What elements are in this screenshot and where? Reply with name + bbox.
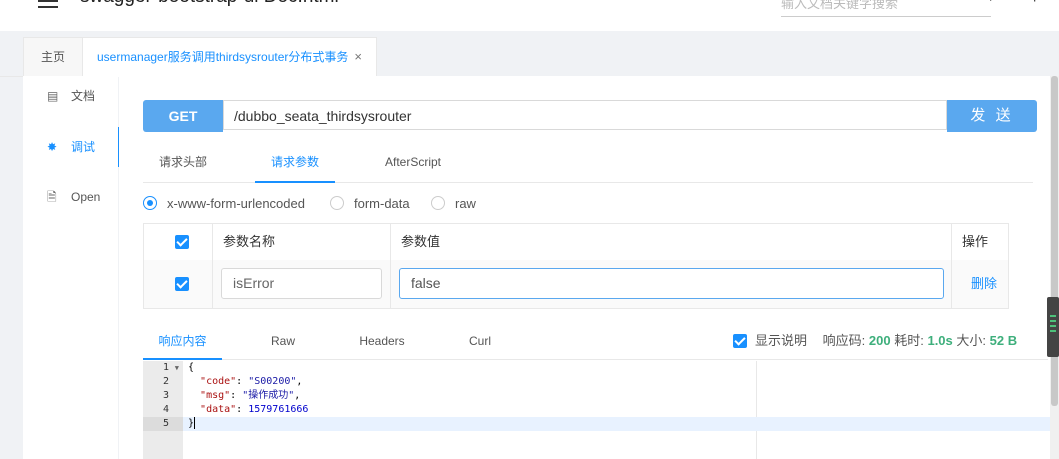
tab-response-headers[interactable]: Headers: [342, 324, 422, 358]
http-method-badge[interactable]: GET: [143, 100, 223, 132]
row-checkbox[interactable]: [175, 277, 189, 291]
code-line: "data": 1579761666: [200, 404, 309, 415]
request-url-input[interactable]: /dubbo_seata_thirdsysrouter: [223, 100, 947, 130]
tab-api-doc[interactable]: usermanager服务调用thirdsysrouter分布式事务 ×: [82, 37, 377, 77]
header-checkbox-cell: [144, 224, 213, 260]
nav-item-debug-label: 调试: [71, 140, 96, 154]
request-url-bar: GET /dubbo_seata_thirdsysrouter 发 送: [143, 100, 1037, 132]
delete-param-link[interactable]: 删除: [952, 260, 1016, 308]
app-title: swagger-bootstrap-ui Doc.html: [80, 0, 339, 8]
nav-item-doc[interactable]: ▤ 文档: [23, 76, 118, 116]
line-number-gutter: 1 ▼ 2 3 4 5: [143, 361, 183, 459]
tab-request-params[interactable]: 请求参数: [255, 144, 335, 183]
search-icon[interactable]: ⌕: [990, 0, 999, 6]
line-number: 1 ▼: [162, 361, 179, 375]
line-number: 4: [162, 404, 169, 415]
nav-item-debug[interactable]: ✸ 调试: [23, 127, 120, 167]
document-icon: ▤: [47, 89, 59, 103]
column-header-value: 参数值: [390, 224, 951, 260]
tab-request-headers[interactable]: 请求头部: [143, 144, 223, 181]
params-table-header: 参数名称 参数值 操作: [144, 224, 1008, 261]
radio-dot: [143, 196, 157, 210]
text-caret: [194, 417, 196, 429]
doc-side-nav: ▤ 文档 ✸ 调试 🗎 Open: [23, 76, 120, 459]
code-line: }: [183, 417, 1053, 431]
radio-label: form-data: [354, 196, 410, 211]
show-description-label: 显示说明: [755, 333, 808, 348]
page-tab-bar: 主页 usermanager服务调用thirdsysrouter分布式事务 ×: [0, 31, 1059, 77]
response-size-value: 52 B: [989, 333, 1018, 348]
code-line: {: [188, 362, 195, 373]
close-icon[interactable]: ×: [354, 49, 362, 64]
show-description-checkbox[interactable]: [733, 333, 747, 348]
radio-dot: [330, 196, 344, 210]
content-scrollbar[interactable]: [1050, 76, 1059, 459]
line-number: 3: [162, 390, 169, 401]
elapsed-time-value: 1.0s: [927, 333, 953, 348]
request-tabs: 请求头部 请求参数 AfterScript: [143, 144, 1033, 183]
tab-api-doc-label: usermanager服务调用thirdsysrouter分布式事务: [97, 50, 349, 64]
param-action-cell: 删除: [951, 260, 1008, 308]
line-number: 2: [162, 376, 169, 387]
elapsed-time-label: 耗时:: [894, 333, 924, 348]
response-code-editor[interactable]: 1 ▼ 2 3 4 5 { "code": "S00200", "msg": "操…: [143, 361, 1053, 459]
send-button[interactable]: 发 送: [947, 100, 1037, 132]
param-value-input[interactable]: false: [399, 268, 944, 299]
tab-response-raw[interactable]: Raw: [243, 324, 323, 358]
param-name-input[interactable]: isError: [221, 268, 382, 299]
tab-response-curl[interactable]: Curl: [440, 324, 520, 358]
tab-response-content[interactable]: 响应内容: [143, 324, 222, 360]
param-name-cell: isError: [212, 260, 390, 308]
tab-after-script[interactable]: AfterScript: [373, 144, 453, 181]
tab-home[interactable]: 主页: [23, 37, 83, 76]
code-line: "code": "S00200",: [200, 376, 303, 387]
nav-item-open[interactable]: 🗎 Open: [23, 177, 118, 217]
row-checkbox-cell: [144, 260, 213, 308]
hamburger-menu-icon[interactable]: [38, 0, 58, 8]
debug-panel: GET /dubbo_seata_thirdsysrouter 发 送 请求头部…: [119, 76, 1059, 459]
column-header-action: 操作: [951, 224, 1008, 260]
response-size-label: 大小:: [956, 333, 987, 348]
param-value-cell: false: [390, 260, 951, 308]
code-line: "msg": "操作成功",: [200, 390, 301, 401]
code-area[interactable]: { "code": "S00200", "msg": "操作成功", "data…: [183, 361, 1053, 459]
line-number: 5: [143, 417, 183, 431]
select-all-checkbox[interactable]: [175, 235, 189, 249]
response-tabs: 响应内容 Raw Headers Curl 显示说明 响应码: 200 耗时: …: [143, 324, 1048, 360]
top-bar: swagger-bootstrap-ui Doc.html ⌕ +: [0, 0, 1059, 32]
nav-item-doc-label: 文档: [71, 89, 96, 103]
radio-label: raw: [455, 196, 476, 211]
search-input[interactable]: [781, 0, 991, 17]
status-code-label: 响应码:: [822, 333, 866, 348]
radio-label: x-www-form-urlencoded: [167, 196, 305, 211]
fold-arrow-icon[interactable]: ▼: [175, 361, 179, 375]
nav-item-open-label: Open: [71, 190, 101, 204]
params-table: 参数名称 参数值 操作 isError false 删除: [143, 223, 1009, 309]
tab-home-label: 主页: [40, 50, 65, 64]
fullscreen-icon[interactable]: +: [1030, 0, 1039, 8]
side-handle-icon[interactable]: [1047, 297, 1059, 357]
radio-raw[interactable]: raw: [431, 194, 476, 214]
file-icon: 🗎: [47, 190, 57, 204]
bug-icon: ✸: [47, 140, 58, 154]
status-code-value: 200: [868, 333, 891, 348]
table-row: isError false 删除: [144, 260, 1008, 308]
radio-dot: [431, 196, 445, 210]
response-meta: 显示说明 响应码: 200 耗时: 1.0s 大小: 52 B: [733, 324, 1017, 358]
column-header-name: 参数名称: [212, 224, 390, 260]
radio-form-data[interactable]: form-data: [330, 194, 410, 214]
radio-x-www-form-urlencoded[interactable]: x-www-form-urlencoded: [143, 194, 305, 214]
